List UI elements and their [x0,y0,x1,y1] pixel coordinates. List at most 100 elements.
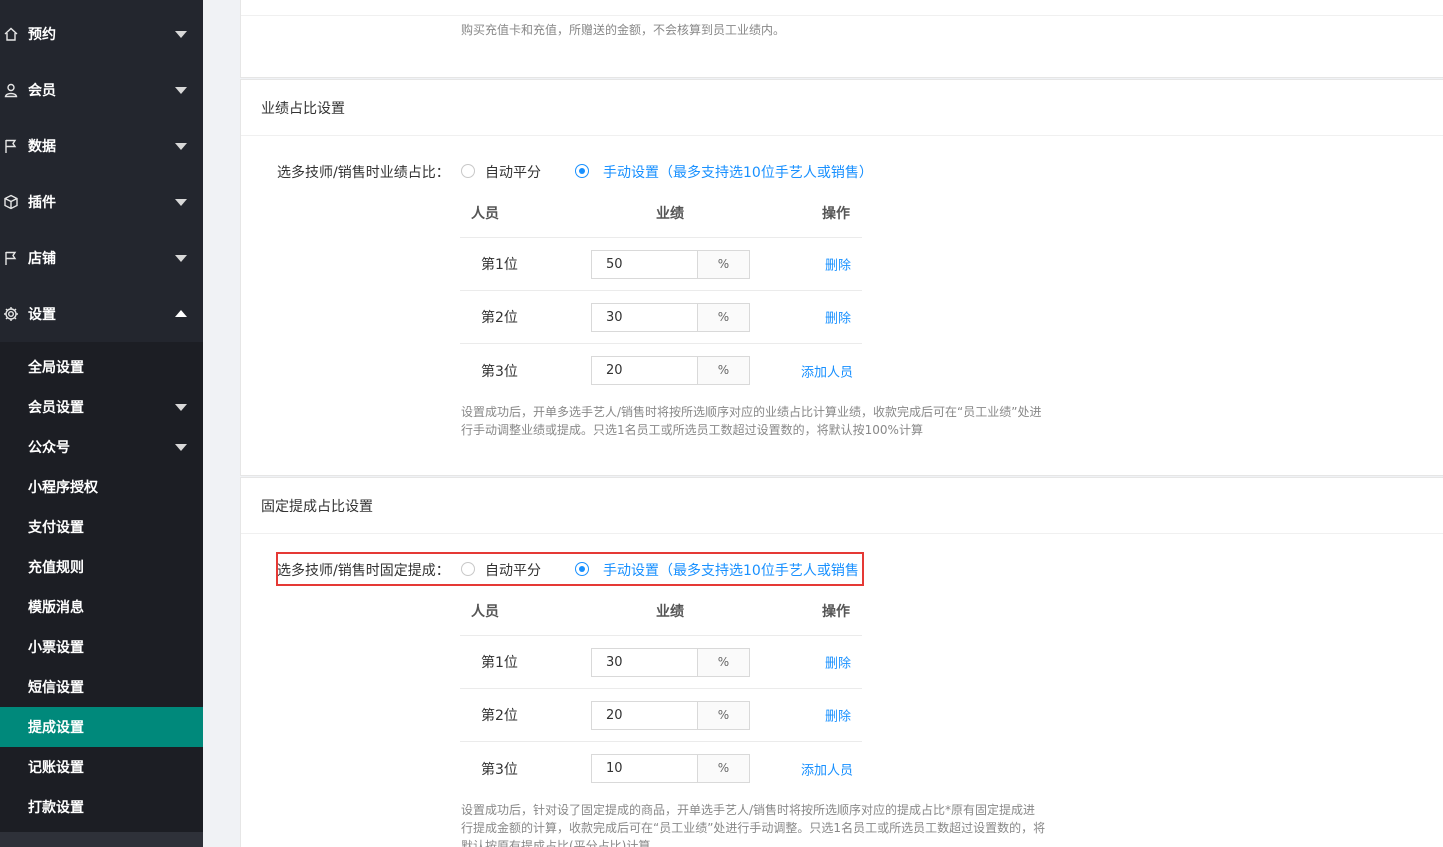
submenu-label: 充值规则 [28,560,84,576]
menu-label: 预约 [28,27,56,43]
home-icon [4,27,18,41]
chevron-down-icon [175,143,187,150]
delete-link[interactable]: 删除 [825,308,851,327]
percent-input-group: % [591,648,750,677]
submenu-label: 短信设置 [28,680,84,696]
section-title: 业绩占比设置 [261,100,345,117]
chevron-down-icon [175,444,187,451]
percent-input-group: % [591,303,750,332]
percent-input[interactable] [592,702,698,729]
staff-position: 第1位 [481,257,518,273]
table-row: 第1位 % 删除 [460,636,862,689]
table-row: 第2位 % 删除 [460,689,862,742]
submenu-label: 小票设置 [28,640,84,656]
submenu-label: 全局设置 [28,360,84,376]
menu-label: 会员 [28,83,56,99]
add-staff-link[interactable]: 添加人员 [801,361,853,380]
percent-input-group: % [591,356,750,385]
hint-line: 行提成金额的计算，收款完成后可在“员工业绩”处进行手动调整。只选1名员工或所选员… [461,821,1046,835]
submenu-item-receipt[interactable]: 小票设置 [0,627,203,667]
radio-manual-label[interactable]: 手动设置（最多支持选10位手艺人或销售） [603,162,873,182]
staff-position: 第1位 [481,655,518,671]
sidebar-next-item [0,832,203,847]
delete-link[interactable]: 删除 [825,706,851,725]
delete-link[interactable]: 删除 [825,653,851,672]
menu-label: 店铺 [28,251,56,267]
hint-line: 默认按原有提成占比(平分占比)计算 [461,839,651,847]
hint-line: 行手动调整业绩或提成。只选1名员工或所选员工数超过设置数的，将默认按100%计算 [461,423,923,437]
percent-input[interactable] [592,755,698,782]
gear-icon [4,307,18,321]
card-header: 业绩占比设置 [241,80,1443,136]
percent-input[interactable] [592,304,698,331]
menu-item-member[interactable]: 会员 [0,62,203,118]
hint-line: 设置成功后，开单多选手艺人/销售时将按所选顺序对应的业绩占比计算业绩，收款完成后… [461,405,1042,419]
chevron-down-icon [175,255,187,262]
card-performance-ratio: 业绩占比设置 选多技师/销售时业绩占比： 自动平分 手动设置（最多支持选10位手… [240,79,1443,476]
table-row: 第2位 % 删除 [460,291,862,344]
menu-label: 数据 [28,139,56,155]
card-previous: 购买充值卡和充值，所赠送的金额，不会核算到员工业绩内。 [240,0,1443,78]
radio-manual[interactable] [575,164,589,178]
chevron-up-icon [175,310,187,317]
field-label: 选多技师/销售时业绩占比： [277,165,450,181]
submenu-label: 支付设置 [28,520,84,536]
chevron-down-icon [175,404,187,411]
table-header: 人员 业绩 操作 [460,188,862,238]
percent-input-group: % [591,250,750,279]
submenu-item-sms[interactable]: 短信设置 [0,667,203,707]
submenu-item-global[interactable]: 全局设置 [0,347,203,387]
menu-item-store[interactable]: 店铺 [0,230,203,286]
percent-suffix: % [698,304,749,331]
chevron-down-icon [175,31,187,38]
menu-item-data[interactable]: 数据 [0,118,203,174]
delete-link[interactable]: 删除 [825,255,851,274]
submenu-item-bookkeeping[interactable]: 记账设置 [0,747,203,787]
staff-position: 第2位 [481,310,518,326]
staff-position: 第3位 [481,363,518,380]
menu-item-plugins[interactable]: 插件 [0,174,203,230]
menu-label: 设置 [28,307,56,323]
percent-suffix: % [698,755,749,782]
percent-suffix: % [698,357,749,384]
chevron-down-icon [175,87,187,94]
percent-input[interactable] [592,251,698,278]
submenu-item-mini-program[interactable]: 小程序授权 [0,467,203,507]
recharge-hint: 购买充值卡和充值，所赠送的金额，不会核算到员工业绩内。 [461,23,786,37]
percent-input-group: % [591,701,750,730]
app-window: 预约 会员 数据 插件 店铺 设置 全局设置 会员设置 公众号 小程序授权 支付… [0,0,1443,847]
add-staff-link[interactable]: 添加人员 [801,759,853,778]
menu-item-appointment[interactable]: 预约 [0,6,203,62]
submenu-label: 记账设置 [28,760,84,776]
table-row: 第3位 % 添加人员 [460,344,862,397]
submenu-item-recharge-rules[interactable]: 充值规则 [0,547,203,587]
radio-auto-split-label[interactable]: 自动平分 [485,162,541,182]
commission-hint: 设置成功后，针对设了固定提成的商品，开单选手艺人/销售时将按所选顺序对应的提成占… [461,801,1045,847]
percent-input-group: % [591,754,750,783]
settings-submenu: 全局设置 会员设置 公众号 小程序授权 支付设置 充值规则 模版消息 小票设置 … [0,342,203,832]
column-header-performance: 业绩 [656,205,684,222]
submenu-item-payment[interactable]: 支付设置 [0,507,203,547]
percent-input[interactable] [592,357,698,384]
percent-suffix: % [698,702,749,729]
submenu-label: 模版消息 [28,600,84,616]
submenu-label: 小程序授权 [28,480,98,496]
table-row: 第3位 % 添加人员 [460,742,862,795]
percent-input[interactable] [592,649,698,676]
submenu-item-official-account[interactable]: 公众号 [0,427,203,467]
column-header-action: 操作 [822,205,850,222]
section-title: 固定提成占比设置 [261,498,373,515]
menu-item-settings[interactable]: 设置 [0,286,203,342]
highlight-annotation-box [276,552,864,586]
performance-hint: 设置成功后，开单多选手艺人/销售时将按所选顺序对应的业绩占比计算业绩，收款完成后… [461,403,1041,439]
submenu-item-commission[interactable]: 提成设置 [0,707,203,747]
column-header-staff: 人员 [471,603,499,620]
submenu-item-template-message[interactable]: 模版消息 [0,587,203,627]
user-icon [4,83,18,98]
submenu-item-payout[interactable]: 打款设置 [0,787,203,827]
column-header-staff: 人员 [471,205,499,222]
hint-line: 设置成功后，针对设了固定提成的商品，开单选手艺人/销售时将按所选顺序对应的提成占… [461,803,1036,817]
submenu-item-member-settings[interactable]: 会员设置 [0,387,203,427]
staff-position: 第3位 [481,761,518,778]
radio-auto-split[interactable] [461,164,475,178]
